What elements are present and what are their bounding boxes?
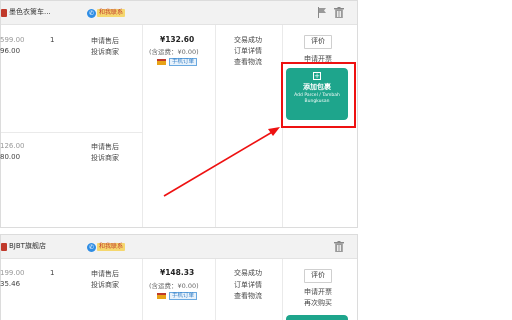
order-status: 交易成功 <box>234 269 262 277</box>
view-logistics-link[interactable]: 查看物流 <box>234 57 262 67</box>
item-quantity: 1 <box>50 36 55 44</box>
shop-name-link[interactable]: BJBT旗舰店 <box>9 241 46 251</box>
item-price: 35.46 <box>0 280 21 288</box>
shop-icon <box>1 9 7 17</box>
add-parcel-button-partial[interactable] <box>286 315 348 320</box>
payment-icons: 手机订单 <box>157 58 198 66</box>
payment-icons: 手机订单 <box>157 292 198 300</box>
contact-label: 和我联系 <box>97 243 126 251</box>
contact-seller-button[interactable]: ✆ 和我联系 <box>87 7 126 19</box>
order-detail-link[interactable]: 订单详情 <box>234 46 262 56</box>
chat-bubble-icon: ✆ <box>87 242 96 252</box>
wallet-icon <box>157 293 166 299</box>
review-button[interactable]: 评价 <box>304 35 332 49</box>
mobile-order-tag: 手机订单 <box>169 292 198 300</box>
order-detail-link[interactable]: 订单详情 <box>234 280 262 290</box>
order-total: ¥132.60 <box>160 35 195 44</box>
shop-icon <box>1 243 7 251</box>
chat-bubble-icon: ✆ <box>87 8 96 18</box>
trash-icon[interactable] <box>334 7 344 18</box>
after-sale-link[interactable]: 申请售后 <box>91 269 119 279</box>
complain-link[interactable]: 投诉商家 <box>91 280 119 290</box>
view-logistics-link[interactable]: 查看物流 <box>234 291 262 301</box>
order-status: 交易成功 <box>234 36 262 44</box>
highlight-box <box>281 62 356 128</box>
item-original-price: 126.00 <box>0 142 25 150</box>
contact-label: 和我联系 <box>97 9 126 17</box>
complain-link[interactable]: 投诉商家 <box>91 153 119 163</box>
trash-icon[interactable] <box>334 241 344 252</box>
item-price: 80.00 <box>0 153 21 161</box>
item-quantity: 1 <box>50 269 55 277</box>
item-original-price: 199.00 <box>0 269 25 277</box>
invoice-link[interactable]: 申请开票 <box>304 287 332 297</box>
order-header: BJBT旗舰店 ✆ 和我联系 <box>1 235 357 259</box>
after-sale-link[interactable]: 申请售后 <box>91 36 119 46</box>
review-button[interactable]: 评价 <box>304 269 332 283</box>
wallet-icon <box>157 59 166 65</box>
contact-seller-button[interactable]: ✆ 和我联系 <box>87 241 126 253</box>
item-price: 96.00 <box>0 47 21 55</box>
complain-link[interactable]: 投诉商家 <box>91 47 119 57</box>
order-total: ¥148.33 <box>160 268 195 277</box>
rebuy-link[interactable]: 再次购买 <box>304 298 332 308</box>
shop-name-link[interactable]: 墨色衣篱车... <box>9 7 51 17</box>
mobile-order-tag: 手机订单 <box>169 58 198 66</box>
item-original-price: 599.00 <box>0 36 25 44</box>
flag-icon[interactable] <box>317 7 327 18</box>
shipping-fee: (含运费：¥0.00) <box>149 282 199 290</box>
after-sale-link[interactable]: 申请售后 <box>91 142 119 152</box>
order-header: 墨色衣篱车... ✆ 和我联系 <box>1 1 357 25</box>
shipping-fee: (含运费：¥0.00) <box>149 48 199 56</box>
